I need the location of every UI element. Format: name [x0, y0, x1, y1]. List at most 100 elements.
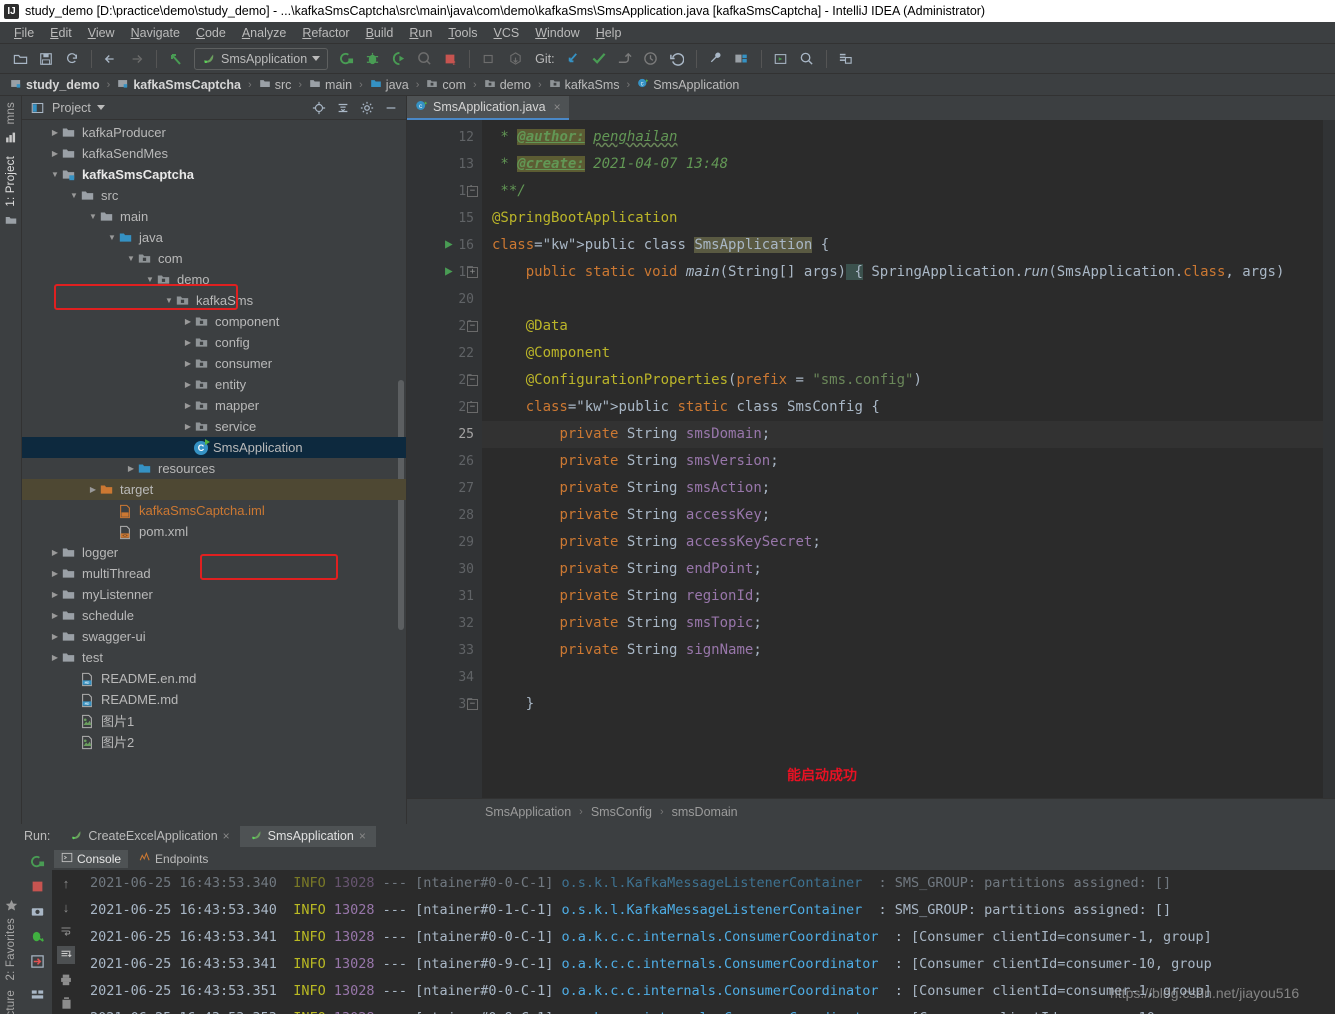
tree-node-logger[interactable]: ▶ logger: [22, 542, 406, 563]
menu-item-window[interactable]: Window: [527, 24, 587, 42]
code-line[interactable]: class="kw">public static class SmsConfig…: [482, 394, 1335, 421]
tree-node-java[interactable]: ▼ java: [22, 227, 406, 248]
layout-icon[interactable]: [26, 983, 48, 1005]
menu-item-build[interactable]: Build: [358, 24, 402, 42]
fold-collapse-icon[interactable]: −: [467, 321, 478, 332]
minimize-icon[interactable]: [382, 99, 400, 117]
run-dashboard-icon[interactable]: [769, 47, 793, 71]
tree-node-swagger-ui[interactable]: ▶ swagger-ui: [22, 626, 406, 647]
chevron-down-icon[interactable]: ▼: [144, 275, 156, 284]
code-line[interactable]: private String regionId;: [482, 583, 1335, 610]
breadcrumb-kafkasmscaptcha[interactable]: kafkaSmsCaptcha: [115, 77, 243, 93]
code-line[interactable]: public static void main(String[] args) {…: [482, 259, 1335, 286]
menu-item-file[interactable]: File: [6, 24, 42, 42]
close-icon[interactable]: ×: [554, 100, 561, 114]
subtab-endpoints[interactable]: Endpoints: [132, 850, 215, 868]
tree-node-multithread[interactable]: ▶ multiThread: [22, 563, 406, 584]
git-commit-icon[interactable]: [587, 47, 611, 71]
run-tab-smsapplication[interactable]: SmsApplication ×: [239, 825, 376, 847]
chevron-right-icon[interactable]: ▶: [49, 590, 61, 599]
editor-breadcrumb-smsdomain[interactable]: smsDomain: [672, 805, 738, 819]
tree-node-config[interactable]: ▶ config: [22, 332, 406, 353]
chevron-down-icon[interactable]: ▼: [49, 170, 61, 179]
code-line[interactable]: private String smsTopic;: [482, 610, 1335, 637]
code-editor[interactable]: 12 13 14− 15 16 17+ 20 21− 22 23−24− 25 26 27 28 29 30 3…: [407, 120, 1335, 798]
rerun-icon[interactable]: [26, 850, 48, 872]
menu-item-navigate[interactable]: Navigate: [123, 24, 188, 42]
breadcrumb-com[interactable]: com: [424, 77, 468, 93]
chevron-down-icon[interactable]: ▼: [106, 233, 118, 242]
stripe-label-mns[interactable]: mns: [5, 102, 17, 124]
code-line[interactable]: private String smsDomain;: [482, 421, 1335, 448]
code-line[interactable]: * @author: penghailan: [482, 124, 1335, 151]
git-history-icon[interactable]: [639, 47, 663, 71]
run-configuration-selector[interactable]: SmsApplication: [194, 47, 329, 70]
sync-icon[interactable]: [60, 47, 84, 71]
chevron-down-icon[interactable]: ▼: [125, 254, 137, 263]
profile-icon[interactable]: [412, 47, 436, 71]
chevron-right-icon[interactable]: ▶: [49, 569, 61, 578]
chevron-right-icon[interactable]: ▶: [182, 422, 194, 431]
code-line[interactable]: private String accessKey;: [482, 502, 1335, 529]
chevron-down-icon[interactable]: ▼: [68, 191, 80, 200]
breadcrumb-src[interactable]: src: [257, 77, 294, 93]
fold-collapse-icon[interactable]: −: [467, 375, 478, 386]
settings-wrench-icon[interactable]: [704, 47, 728, 71]
editor-tab-smsapplication[interactable]: C SmsApplication.java ×: [407, 96, 569, 120]
fold-collapse-icon[interactable]: −: [467, 402, 478, 413]
tree-node-kafkasendmes[interactable]: ▶ kafkaSendMes: [22, 143, 406, 164]
run-gutter-icon[interactable]: [443, 266, 454, 280]
thread-dump-icon[interactable]: [26, 925, 48, 947]
stripe-label-favorites[interactable]: 2: Favorites: [5, 918, 17, 980]
fold-expand-icon[interactable]: +: [467, 267, 478, 278]
breadcrumb-kafkasms[interactable]: kafkaSms: [547, 77, 622, 93]
chevron-right-icon[interactable]: ▶: [125, 464, 137, 473]
editor-gutter[interactable]: 12 13 14− 15 16 17+ 20 21− 22 23−24− 25 26 27 28 29 30 3…: [407, 120, 482, 798]
project-structure-icon[interactable]: [730, 47, 754, 71]
breadcrumb-smsapplication[interactable]: C SmsApplication: [635, 76, 741, 93]
run-with-coverage-icon[interactable]: [386, 47, 410, 71]
back-arrow-icon[interactable]: [99, 47, 123, 71]
tree-node-main[interactable]: ▼ main: [22, 206, 406, 227]
git-rollback-icon[interactable]: [665, 47, 689, 71]
chevron-right-icon[interactable]: ▶: [182, 401, 194, 410]
menu-item-refactor[interactable]: Refactor: [294, 24, 357, 42]
locate-icon[interactable]: [310, 99, 328, 117]
tree-node-readme-en-md[interactable]: MD README.en.md: [22, 668, 406, 689]
stripe-label-structure[interactable]: 7: Structure: [5, 990, 17, 1014]
close-icon[interactable]: ×: [359, 829, 366, 843]
editor-breadcrumb-smsapplication[interactable]: SmsApplication: [485, 805, 571, 819]
tree-node-entity[interactable]: ▶ entity: [22, 374, 406, 395]
debug-icon[interactable]: [360, 47, 384, 71]
menu-item-tools[interactable]: Tools: [440, 24, 485, 42]
tree-node-kafkaproducer[interactable]: ▶ kafkaProducer: [22, 122, 406, 143]
breadcrumb-study_demo[interactable]: study_demo: [8, 77, 102, 93]
tree-node-kafkasms[interactable]: ▼ kafkaSms: [22, 290, 406, 311]
code-line[interactable]: * @create: 2021-04-07 13:48: [482, 151, 1335, 178]
search-everywhere-icon[interactable]: [795, 47, 819, 71]
scroll-to-end-icon[interactable]: [57, 946, 75, 964]
menu-item-help[interactable]: Help: [588, 24, 630, 42]
pin-icon[interactable]: [26, 1008, 48, 1014]
print-icon[interactable]: [57, 970, 75, 988]
chevron-down-icon[interactable]: [96, 105, 105, 110]
trash-icon[interactable]: [57, 994, 75, 1012]
code-line[interactable]: }: [482, 691, 1335, 718]
code-line[interactable]: class="kw">public class SmsApplication {: [482, 232, 1335, 259]
favorites-star-icon[interactable]: [2, 896, 20, 914]
code-line[interactable]: private String smsAction;: [482, 475, 1335, 502]
save-all-icon[interactable]: [34, 47, 58, 71]
open-folder-icon[interactable]: [8, 47, 32, 71]
camera-icon[interactable]: [26, 900, 48, 922]
git-update-icon[interactable]: [561, 47, 585, 71]
code-line[interactable]: private String accessKeySecret;: [482, 529, 1335, 556]
subtab-console[interactable]: Console: [54, 850, 129, 868]
tree-node-kafkasmscaptcha-iml[interactable]: kafkaSmsCaptcha.iml: [22, 500, 406, 521]
tree-node-src[interactable]: ▼ src: [22, 185, 406, 206]
menu-item-vcs[interactable]: VCS: [486, 24, 528, 42]
breadcrumb-main[interactable]: main: [307, 77, 354, 93]
chevron-down-icon[interactable]: ▼: [87, 212, 99, 221]
chevron-down-icon[interactable]: ▼: [163, 296, 175, 305]
code-line[interactable]: [482, 664, 1335, 691]
tree-node-target[interactable]: ▶ target: [22, 479, 406, 500]
